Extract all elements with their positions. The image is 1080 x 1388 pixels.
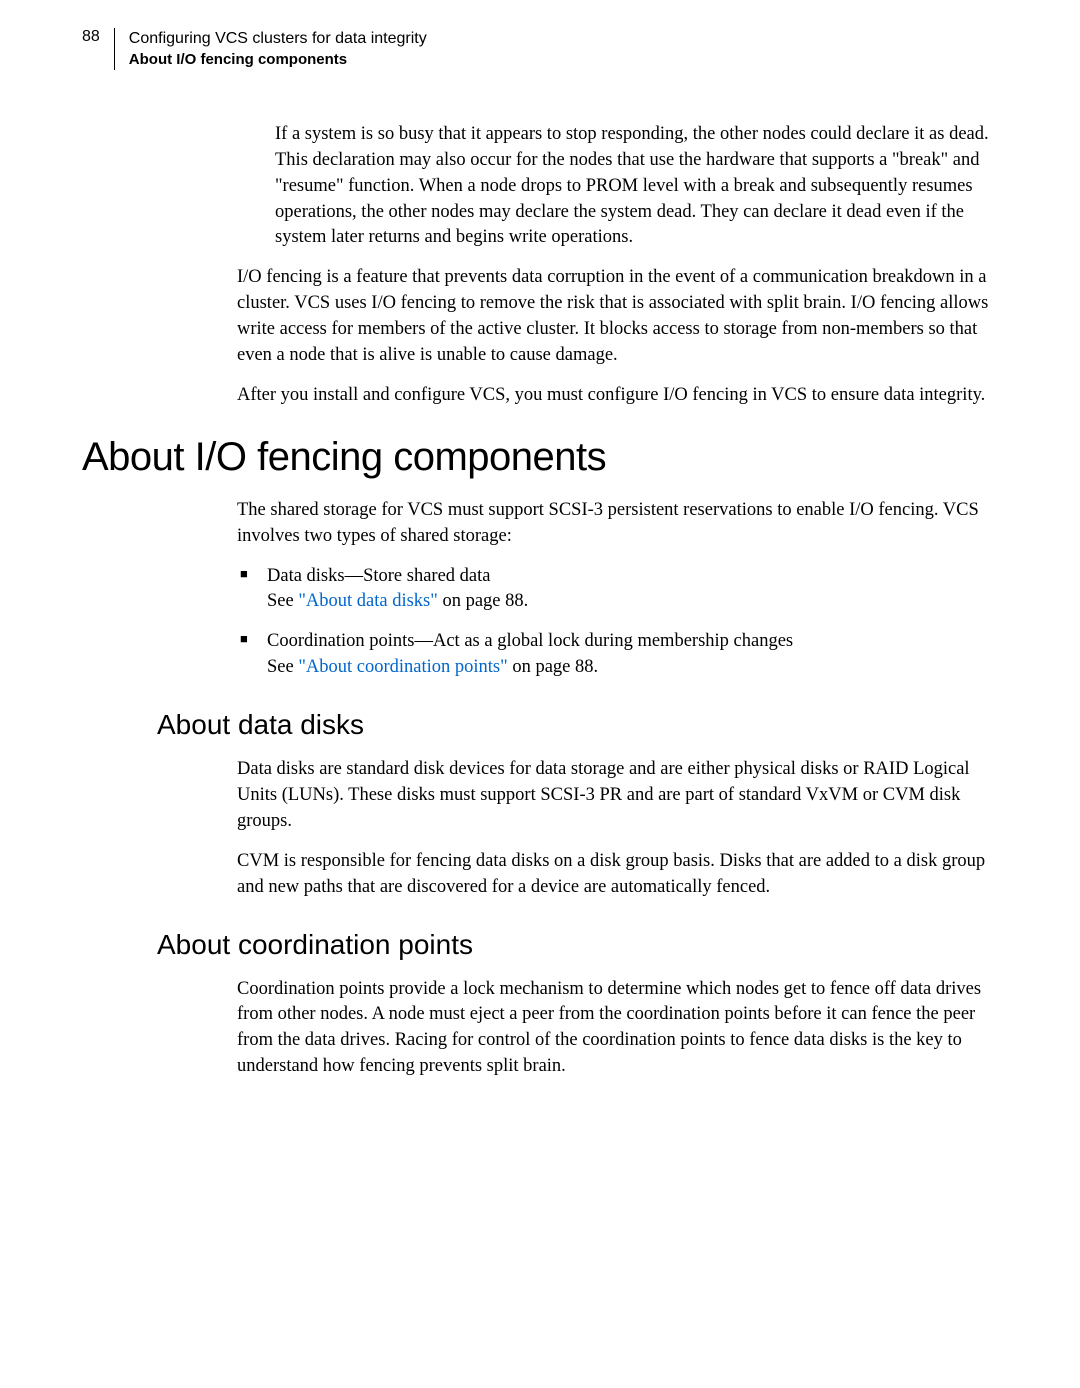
paragraph-after-install: After you install and configure VCS, you…: [237, 383, 998, 409]
section-coordination: Coordination points provide a lock mecha…: [237, 977, 998, 1081]
paragraph-data-disks-2: CVM is responsible for fencing data disk…: [237, 849, 998, 901]
see-prefix: See: [267, 657, 298, 677]
link-about-coordination-points[interactable]: "About coordination points": [298, 657, 507, 677]
section-data-disks: Data disks are standard disk devices for…: [237, 757, 998, 900]
bullet-list-storage-types: Data disks—Store shared data See "About …: [237, 564, 998, 682]
see-suffix: on page 88.: [438, 591, 528, 611]
paragraph-coordination-1: Coordination points provide a lock mecha…: [237, 977, 998, 1081]
page-number: 88: [82, 28, 100, 46]
h2-wrapper-coordination: About coordination points: [157, 929, 998, 961]
intro-paragraph: If a system is so busy that it appears t…: [275, 122, 998, 251]
h1-wrapper: About I/O fencing components: [82, 435, 998, 480]
list-item: Data disks—Store shared data See "About …: [237, 564, 998, 616]
heading-about-data-disks: About data disks: [157, 709, 998, 741]
heading-about-coordination-points: About coordination points: [157, 929, 998, 961]
bullet-line1: Coordination points—Act as a global lock…: [267, 631, 793, 651]
paragraph-data-disks-1: Data disks are standard disk devices for…: [237, 757, 998, 835]
header-chapter: Configuring VCS clusters for data integr…: [129, 28, 427, 50]
see-suffix: on page 88.: [508, 657, 598, 677]
header-text-block: Configuring VCS clusters for data integr…: [114, 28, 427, 70]
section-components: The shared storage for VCS must support …: [237, 498, 998, 681]
heading-about-io-fencing: About I/O fencing components: [82, 435, 998, 480]
header-section: About I/O fencing components: [129, 50, 427, 70]
bullet-line1: Data disks—Store shared data: [267, 566, 490, 586]
link-about-data-disks[interactable]: "About data disks": [298, 591, 437, 611]
h2-wrapper-data-disks: About data disks: [157, 709, 998, 741]
see-prefix: See: [267, 591, 298, 611]
content-body: If a system is so busy that it appears t…: [237, 122, 998, 409]
paragraph-io-fencing: I/O fencing is a feature that prevents d…: [237, 265, 998, 369]
page-header: 88 Configuring VCS clusters for data int…: [82, 28, 998, 70]
list-item: Coordination points—Act as a global lock…: [237, 629, 998, 681]
paragraph-shared-storage: The shared storage for VCS must support …: [237, 498, 998, 550]
